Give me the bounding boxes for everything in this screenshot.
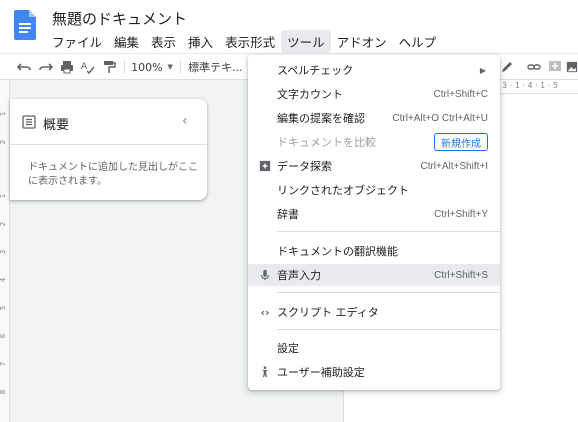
menu-item-label: 編集の提案を確認	[277, 112, 365, 125]
style-value: 標準テキ...	[188, 61, 243, 74]
menu-item-linked-objects[interactable]: リンクされたオブジェクト	[248, 179, 500, 201]
title-bar: 無題のドキュメント ファイル 編集 表示 挿入 表示形式 ツール アドオン ヘル…	[0, 0, 578, 53]
document-title[interactable]: 無題のドキュメント	[52, 8, 187, 29]
menu-help[interactable]: ヘルプ	[393, 30, 443, 53]
menu-item-label: 音声入力	[277, 269, 321, 282]
ruler-mark: 8	[0, 389, 8, 395]
menu-file[interactable]: ファイル	[46, 30, 108, 53]
image-icon[interactable]	[566, 58, 578, 76]
pencil-icon[interactable]	[500, 58, 514, 76]
menu-item-spellcheck[interactable]: スペルチェック ▶	[248, 59, 500, 81]
code-icon: ‹›	[260, 305, 270, 319]
docs-logo-icon[interactable]	[14, 10, 36, 40]
menu-item-label: 設定	[277, 342, 299, 355]
menu-item-accessibility[interactable]: ユーザー補助設定	[248, 361, 500, 383]
menu-item-shortcut: Ctrl+Shift+Y	[434, 208, 488, 220]
chevron-down-icon: ▼	[167, 63, 173, 71]
accessibility-icon	[258, 365, 272, 379]
style-select[interactable]: 標準テキ...	[188, 58, 244, 76]
menu-item-word-count[interactable]: 文字カウント Ctrl+Shift+C	[248, 83, 500, 105]
menu-bar: ファイル 編集 表示 挿入 表示形式 ツール アドオン ヘルプ	[46, 29, 443, 53]
menu-item-dictionary[interactable]: 辞書 Ctrl+Shift+Y	[248, 203, 500, 225]
ruler-mark: 7	[0, 361, 8, 367]
menu-item-preferences[interactable]: 設定	[248, 337, 500, 359]
ruler-mark: 1	[0, 111, 8, 117]
redo-icon[interactable]	[38, 58, 54, 76]
menu-item-shortcut: Ctrl+Alt+Shift+I	[420, 160, 488, 172]
toolbar-separator	[124, 60, 125, 74]
menu-tools[interactable]: ツール	[281, 29, 331, 53]
menu-item-label: ドキュメントの翻訳機能	[277, 245, 398, 258]
outline-panel: 概要 ‹ ドキュメントに追加した見出しがここに表示されます。	[10, 99, 207, 200]
menu-separator	[277, 231, 500, 232]
ruler-mark: 2	[0, 139, 8, 145]
print-icon[interactable]	[59, 58, 75, 76]
explore-icon	[258, 159, 272, 173]
ruler-mark: 2	[0, 221, 8, 227]
ruler-mark: 5	[0, 305, 8, 311]
menu-insert[interactable]: 挿入	[182, 30, 219, 53]
menu-item-explore[interactable]: データ探索 Ctrl+Alt+Shift+I	[248, 155, 500, 177]
horizontal-ruler: 3 · 1 · 4 · 1 · 5	[490, 80, 578, 94]
menu-item-label: ユーザー補助設定	[277, 366, 365, 379]
outline-title: 概要	[43, 118, 70, 133]
ruler-marks: 3 · 1 · 4 · 1 · 5	[502, 81, 558, 90]
ruler-mark: 3	[0, 249, 8, 255]
svg-text:A: A	[81, 62, 88, 72]
ruler-mark: 4	[0, 277, 8, 283]
submenu-arrow-icon: ▶	[479, 65, 486, 75]
menu-item-voice-typing[interactable]: 音声入力 Ctrl+Shift+S	[248, 264, 500, 286]
add-comment-icon[interactable]	[547, 58, 563, 76]
microphone-icon	[258, 268, 272, 282]
ruler-mark: 1	[0, 193, 8, 199]
menu-item-label: スペルチェック	[277, 64, 354, 77]
zoom-select[interactable]: 100% ▼	[131, 58, 173, 76]
menu-item-compare-documents: ドキュメントを比較 新規作成	[248, 131, 500, 153]
ruler-mark: 6	[0, 333, 8, 339]
zoom-value: 100%	[131, 60, 163, 74]
menu-edit[interactable]: 編集	[108, 30, 145, 53]
menu-item-label: スクリプト エディタ	[277, 306, 379, 319]
menu-item-translate[interactable]: ドキュメントの翻訳機能	[248, 240, 500, 262]
new-badge: 新規作成	[434, 133, 488, 151]
menu-separator	[277, 329, 500, 330]
menu-item-label: データ探索	[277, 160, 332, 173]
menu-item-review-suggestions[interactable]: 編集の提案を確認 Ctrl+Alt+O Ctrl+Alt+U	[248, 107, 500, 129]
chevron-left-icon[interactable]: ‹	[182, 113, 188, 129]
undo-icon[interactable]	[16, 58, 32, 76]
outline-header: 概要 ‹	[10, 99, 207, 145]
menu-item-label: ドキュメントを比較	[277, 136, 376, 149]
menu-item-script-editor[interactable]: ‹› スクリプト エディタ	[248, 301, 500, 323]
menu-view[interactable]: 表示	[145, 30, 182, 53]
paint-format-icon[interactable]	[101, 58, 117, 76]
menu-addons[interactable]: アドオン	[331, 30, 393, 53]
menu-item-shortcut: Ctrl+Alt+O Ctrl+Alt+U	[392, 112, 488, 124]
outline-list-icon	[22, 115, 36, 129]
toolbar-separator	[180, 60, 181, 74]
menu-separator	[277, 292, 500, 293]
menu-item-label: 文字カウント	[277, 88, 343, 101]
menu-format[interactable]: 表示形式	[219, 30, 281, 53]
menu-item-label: リンクされたオブジェクト	[277, 184, 409, 197]
outline-hint: ドキュメントに追加した見出しがここに表示されます。	[28, 162, 198, 187]
menu-item-shortcut: Ctrl+Shift+S	[434, 269, 488, 281]
menu-item-shortcut: Ctrl+Shift+C	[433, 88, 488, 100]
vertical-ruler: 1 2 1 2 3 4 5 6 7 8	[0, 80, 10, 422]
tools-menu: スペルチェック ▶ 文字カウント Ctrl+Shift+C 編集の提案を確認 C…	[248, 55, 500, 390]
spellcheck-icon[interactable]: A	[80, 58, 96, 76]
link-icon[interactable]	[526, 58, 542, 76]
menu-item-label: 辞書	[277, 208, 299, 221]
